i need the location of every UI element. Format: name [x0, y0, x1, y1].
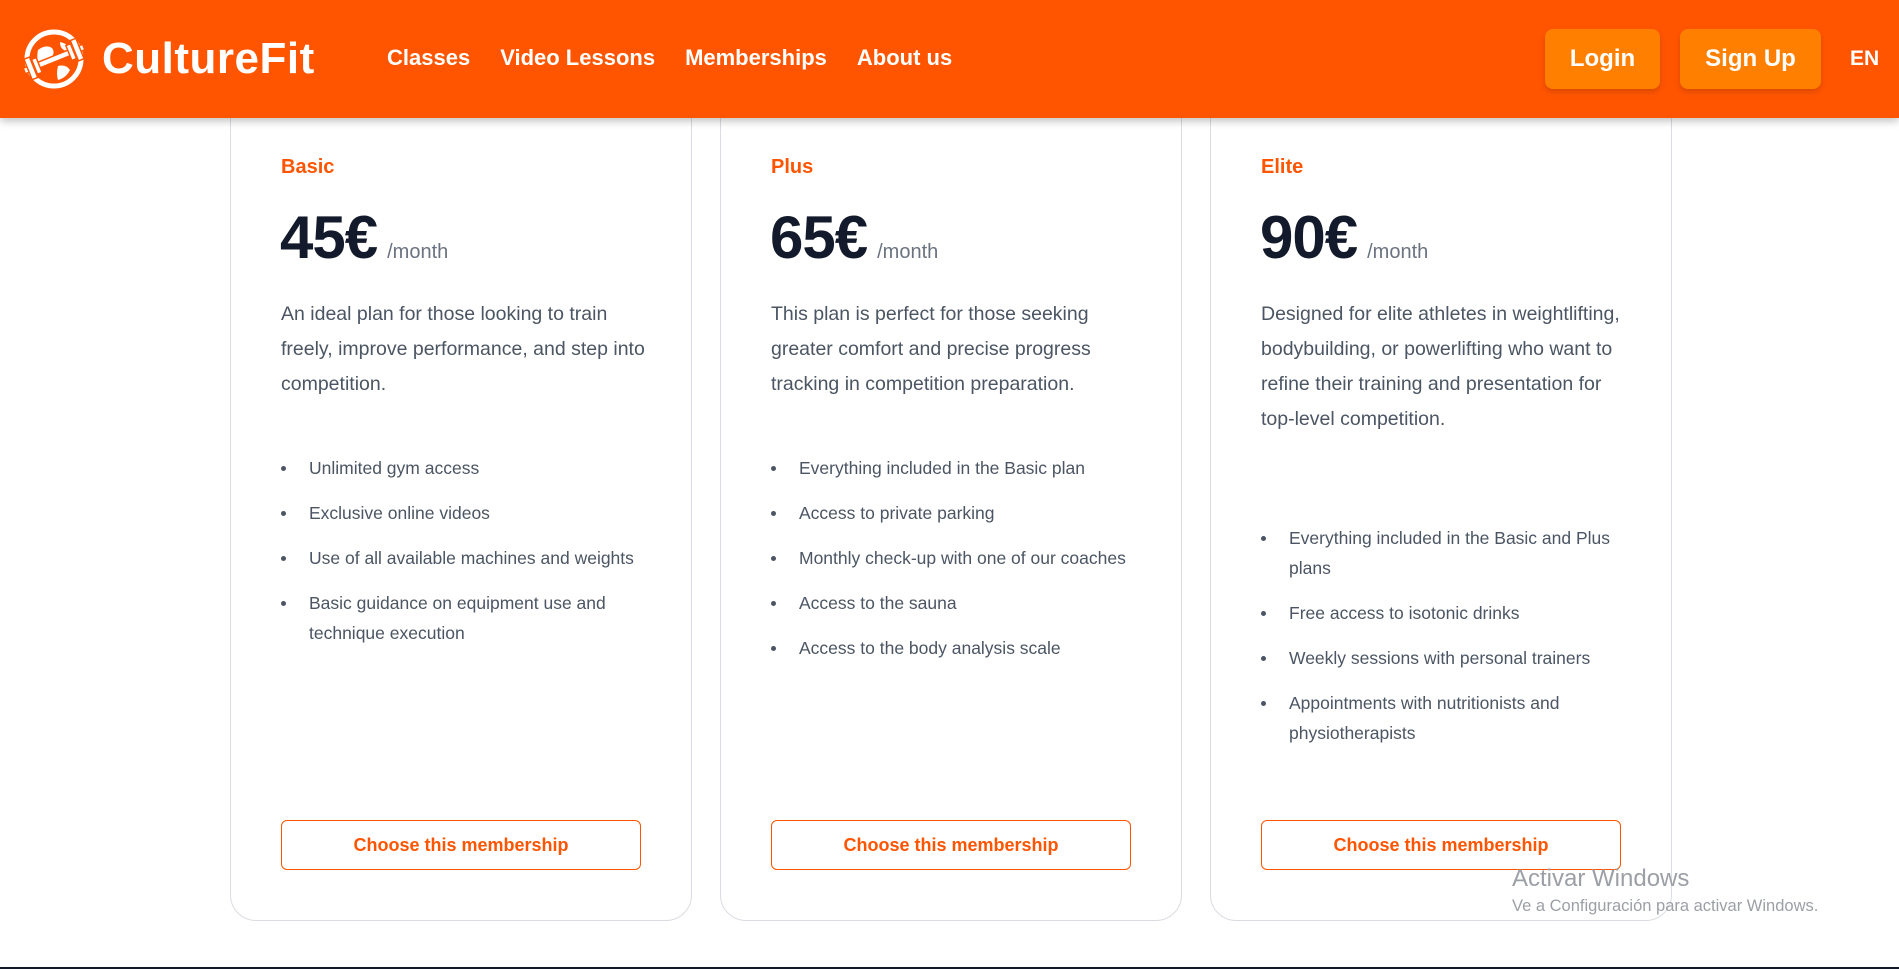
plan-card-plus: Plus 65€ /month This plan is perfect for…	[720, 90, 1182, 921]
price-amount: 90€	[1260, 204, 1358, 271]
feature-item: Access to private parking	[771, 498, 1143, 528]
feature-item: Everything included in the Basic plan	[771, 453, 1143, 483]
feature-text: Use of all available machines and weight…	[309, 548, 634, 568]
nav-link-memberships[interactable]: Memberships	[685, 45, 827, 70]
choose-membership-button[interactable]: Choose this membership	[771, 820, 1131, 870]
bullet-icon	[771, 511, 776, 516]
nav-link-classes[interactable]: Classes	[387, 45, 470, 70]
feature-item: Use of all available machines and weight…	[281, 543, 653, 573]
plan-description: Designed for elite athletes in weightlif…	[1261, 303, 1620, 430]
nav-link-about-us[interactable]: About us	[857, 45, 952, 70]
feature-text: Access to the sauna	[799, 593, 957, 613]
feature-text: Basic guidance on equipment use and tech…	[309, 593, 606, 643]
feature-text: Unlimited gym access	[309, 458, 480, 478]
plan-card-elite: Elite 90€ /month Designed for elite athl…	[1210, 90, 1672, 921]
plan-price: 90€ /month	[1260, 203, 1428, 272]
plan-price: 45€ /month	[280, 203, 448, 272]
brand-home-link[interactable]: CultureFit	[18, 26, 315, 92]
bullet-icon	[771, 601, 776, 606]
feature-list: Everything included in the Basic plan Ac…	[771, 453, 1143, 678]
windows-activation-watermark: Activar Windows Ve a Configuración para …	[1512, 864, 1818, 918]
top-navbar: CultureFit Classes Video Lessons Members…	[0, 0, 1899, 118]
feature-item: Appointments with nutritionists and phys…	[1261, 688, 1633, 748]
feature-text: Monthly check-up with one of our coaches	[799, 548, 1126, 568]
watermark-subtitle: Ve a Configuración para activar Windows.	[1512, 897, 1819, 915]
feature-text: Everything included in the Basic plan	[799, 458, 1086, 478]
feature-text: Access to the body analysis scale	[799, 638, 1061, 658]
bullet-icon	[1261, 656, 1266, 661]
globe-barbell-icon	[22, 29, 86, 89]
bullet-icon	[281, 466, 286, 471]
bullet-icon	[281, 511, 286, 516]
feature-text: Exclusive online videos	[309, 503, 490, 523]
nav-link-video-lessons[interactable]: Video Lessons	[500, 45, 655, 70]
watermark-title: Activar Windows	[1512, 865, 1690, 892]
price-period: /month	[877, 241, 939, 263]
main-nav: Classes Video Lessons Memberships About …	[387, 45, 982, 70]
feature-list: Everything included in the Basic and Plu…	[1261, 523, 1633, 763]
language-selector[interactable]: EN	[1850, 47, 1879, 71]
bullet-icon	[771, 646, 776, 651]
price-period: /month	[1367, 241, 1429, 263]
bullet-icon	[771, 466, 776, 471]
bullet-icon	[1261, 611, 1266, 616]
brand-name: CultureFit	[102, 34, 315, 83]
choose-membership-button[interactable]: Choose this membership	[1261, 820, 1621, 870]
plan-card-basic: Basic 45€ /month An ideal plan for those…	[230, 90, 692, 921]
signup-button[interactable]: Sign Up	[1680, 29, 1821, 89]
feature-list: Unlimited gym access Exclusive online vi…	[281, 453, 653, 663]
plan-description: An ideal plan for those looking to train…	[281, 303, 645, 395]
feature-item: Weekly sessions with personal trainers	[1261, 643, 1633, 673]
feature-text: Appointments with nutritionists and phys…	[1289, 693, 1560, 743]
plan-name: Elite	[1261, 156, 1304, 178]
feature-text: Free access to isotonic drinks	[1289, 603, 1520, 623]
feature-item: Unlimited gym access	[281, 453, 653, 483]
price-amount: 65€	[770, 204, 868, 271]
feature-item: Basic guidance on equipment use and tech…	[281, 588, 653, 648]
feature-item: Monthly check-up with one of our coaches	[771, 543, 1143, 573]
feature-text: Weekly sessions with personal trainers	[1289, 648, 1591, 668]
bullet-icon	[771, 556, 776, 561]
feature-item: Free access to isotonic drinks	[1261, 598, 1633, 628]
plan-name: Basic	[281, 156, 335, 178]
feature-text: Everything included in the Basic and Plu…	[1289, 528, 1611, 578]
feature-item: Exclusive online videos	[281, 498, 653, 528]
bullet-icon	[281, 556, 286, 561]
choose-membership-button[interactable]: Choose this membership	[281, 820, 641, 870]
feature-text: Access to private parking	[799, 503, 995, 523]
feature-item: Access to the sauna	[771, 588, 1143, 618]
bullet-icon	[1261, 701, 1266, 706]
feature-item: Everything included in the Basic and Plu…	[1261, 523, 1633, 583]
plan-description: This plan is perfect for those seeking g…	[771, 303, 1091, 395]
price-period: /month	[387, 241, 449, 263]
login-button[interactable]: Login	[1545, 29, 1660, 89]
bullet-icon	[1261, 536, 1266, 541]
plan-name: Plus	[771, 156, 814, 178]
bullet-icon	[281, 601, 286, 606]
price-amount: 45€	[280, 204, 378, 271]
plan-price: 65€ /month	[770, 203, 938, 272]
feature-item: Access to the body analysis scale	[771, 633, 1143, 663]
